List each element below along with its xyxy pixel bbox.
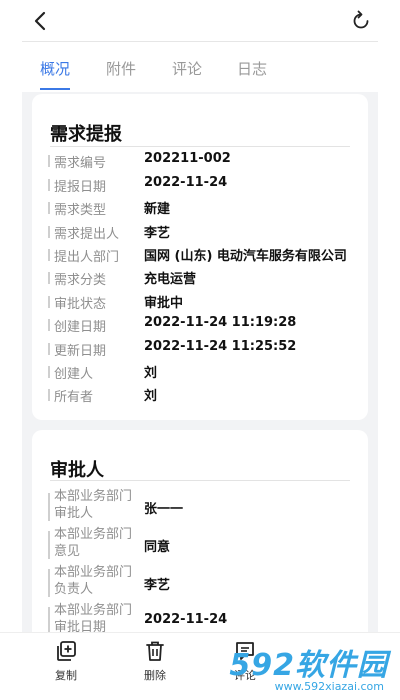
top-bar — [0, 0, 400, 42]
delete-button[interactable]: 删除 — [130, 639, 180, 693]
field-label: 创建日期 — [54, 320, 107, 335]
label-marker — [48, 202, 50, 214]
field-value: 2022-11-24 11:25:52 — [144, 339, 297, 354]
tab-overview[interactable]: 概况 — [40, 58, 70, 79]
label-marker — [48, 272, 50, 284]
tab-comments[interactable]: 评论 — [172, 58, 202, 79]
tab-attachments[interactable]: 附件 — [106, 58, 136, 79]
label-marker — [48, 319, 50, 331]
field-label: 本部业务部门审批日期 — [54, 603, 133, 632]
card-divider — [50, 146, 350, 147]
field-value: 同意 — [144, 540, 171, 555]
approver-card: 审批人 本部业务部门审批人 张一一 本部业务部门意见 同意 本部业务部门负责人 李艺 … — [32, 430, 368, 632]
field-label: 本部业务部门意见 — [54, 527, 133, 559]
field-label: 本部业务部门负责人 — [54, 565, 133, 597]
field-label: 需求分类 — [54, 273, 107, 288]
field-label: 本部业务部门审批人 — [54, 489, 133, 521]
field-value: 张一一 — [144, 502, 184, 517]
field-row: 审批状态 审批中 — [48, 291, 358, 313]
field-row: 需求分类 充电运营 — [48, 267, 358, 289]
label-marker — [48, 296, 50, 308]
field-row: 需求编号 202211-002 — [48, 150, 358, 172]
label-marker — [48, 607, 50, 632]
field-row: 需求类型 新建 — [48, 197, 358, 219]
detail-content[interactable]: 需求提报 需求编号 202211-002 提报日期 2022-11-24 需求类型 新… — [22, 92, 378, 632]
field-row: 需求提出人 李艺 — [48, 221, 358, 243]
field-row: 提出人部门 国网 (山东) 电动汽车服务有限公司 — [48, 244, 358, 266]
tab-log[interactable]: 日志 — [237, 58, 267, 79]
label-marker — [48, 155, 50, 167]
active-tab-indicator — [40, 88, 70, 90]
field-label: 提报日期 — [54, 180, 107, 195]
field-row: 创建人 刘 — [48, 361, 358, 383]
card-title: 审批人 — [50, 460, 104, 481]
field-value: 2022-11-24 11:19:28 — [144, 315, 297, 330]
label-marker — [48, 389, 50, 401]
copy-icon — [57, 641, 76, 661]
field-label: 审批状态 — [54, 297, 107, 312]
field-label: 需求提出人 — [54, 227, 120, 242]
request-card: 需求提报 需求编号 202211-002 提报日期 2022-11-24 需求类型 新… — [32, 94, 368, 420]
label-marker — [48, 531, 50, 559]
field-label: 需求类型 — [54, 203, 107, 218]
field-label: 所有者 — [54, 390, 94, 405]
field-row: 本部业务部门审批人 张一一 — [48, 488, 358, 524]
card-title: 需求提报 — [50, 124, 122, 145]
field-value: 刘 — [144, 389, 158, 404]
field-label: 更新日期 — [54, 344, 107, 359]
field-value: 2022-11-24 — [144, 175, 228, 190]
tab-bar: 概况 附件 评论 日志 — [0, 42, 400, 92]
label-marker — [48, 226, 50, 238]
field-row: 更新日期 2022-11-24 11:25:52 — [48, 338, 358, 360]
field-value: 新建 — [144, 202, 171, 217]
field-value: 李艺 — [144, 226, 171, 241]
label-marker — [48, 249, 50, 261]
label-marker — [48, 179, 50, 191]
field-value: 充电运营 — [144, 272, 197, 287]
field-row: 本部业务部门审批日期 2022-11-24 — [48, 602, 358, 632]
watermark: 592软件园 www.592xiazai.com — [224, 640, 394, 696]
field-label: 提出人部门 — [54, 250, 120, 265]
field-row: 提报日期 2022-11-24 — [48, 174, 358, 196]
label-marker — [48, 343, 50, 355]
back-arrow-icon[interactable] — [28, 8, 54, 34]
card-divider — [50, 480, 350, 481]
delete-label: 删除 — [144, 669, 166, 682]
label-marker — [48, 366, 50, 378]
field-row: 本部业务部门负责人 李艺 — [48, 564, 358, 600]
copy-label: 复制 — [55, 669, 77, 682]
refresh-icon[interactable] — [348, 8, 374, 34]
copy-button[interactable]: 复制 — [41, 639, 91, 693]
field-row: 本部业务部门意见 同意 — [48, 526, 358, 562]
field-value: 李艺 — [144, 578, 171, 593]
watermark-brand: 592软件园 — [229, 648, 388, 683]
field-value: 202211-002 — [144, 151, 231, 166]
label-marker — [48, 493, 50, 521]
field-value: 国网 (山东) 电动汽车服务有限公司 — [144, 249, 347, 264]
field-label: 创建人 — [54, 367, 94, 382]
label-marker — [48, 569, 50, 597]
status-value: 审批中 — [144, 296, 184, 311]
field-value: 2022-11-24 — [144, 612, 228, 627]
field-row: 创建日期 2022-11-24 11:19:28 — [48, 314, 358, 336]
trash-icon — [146, 641, 164, 661]
watermark-url: www.592xiazai.com — [274, 680, 384, 693]
field-row: 所有者 刘 — [48, 384, 358, 406]
field-label: 需求编号 — [54, 156, 107, 171]
field-value: 刘 — [144, 366, 158, 381]
